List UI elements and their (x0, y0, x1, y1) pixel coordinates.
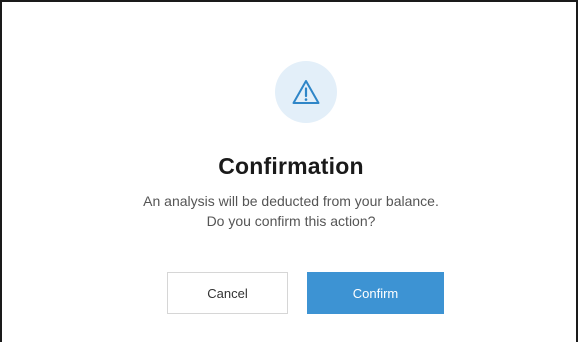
confirmation-dialog: Confirmation An analysis will be deducte… (4, 4, 578, 344)
warning-triangle-icon (292, 80, 320, 104)
dialog-title: Confirmation (218, 153, 364, 179)
confirm-button[interactable]: Confirm (307, 272, 444, 314)
warning-icon-badge (275, 61, 337, 123)
dialog-message: An analysis will be deducted from your b… (4, 191, 578, 231)
cancel-button[interactable]: Cancel (167, 272, 288, 314)
dialog-message-line-2: Do you confirm this action? (206, 213, 376, 229)
window-frame: Confirmation An analysis will be deducte… (0, 0, 578, 342)
dialog-message-line-1: An analysis will be deducted from your b… (143, 193, 439, 209)
